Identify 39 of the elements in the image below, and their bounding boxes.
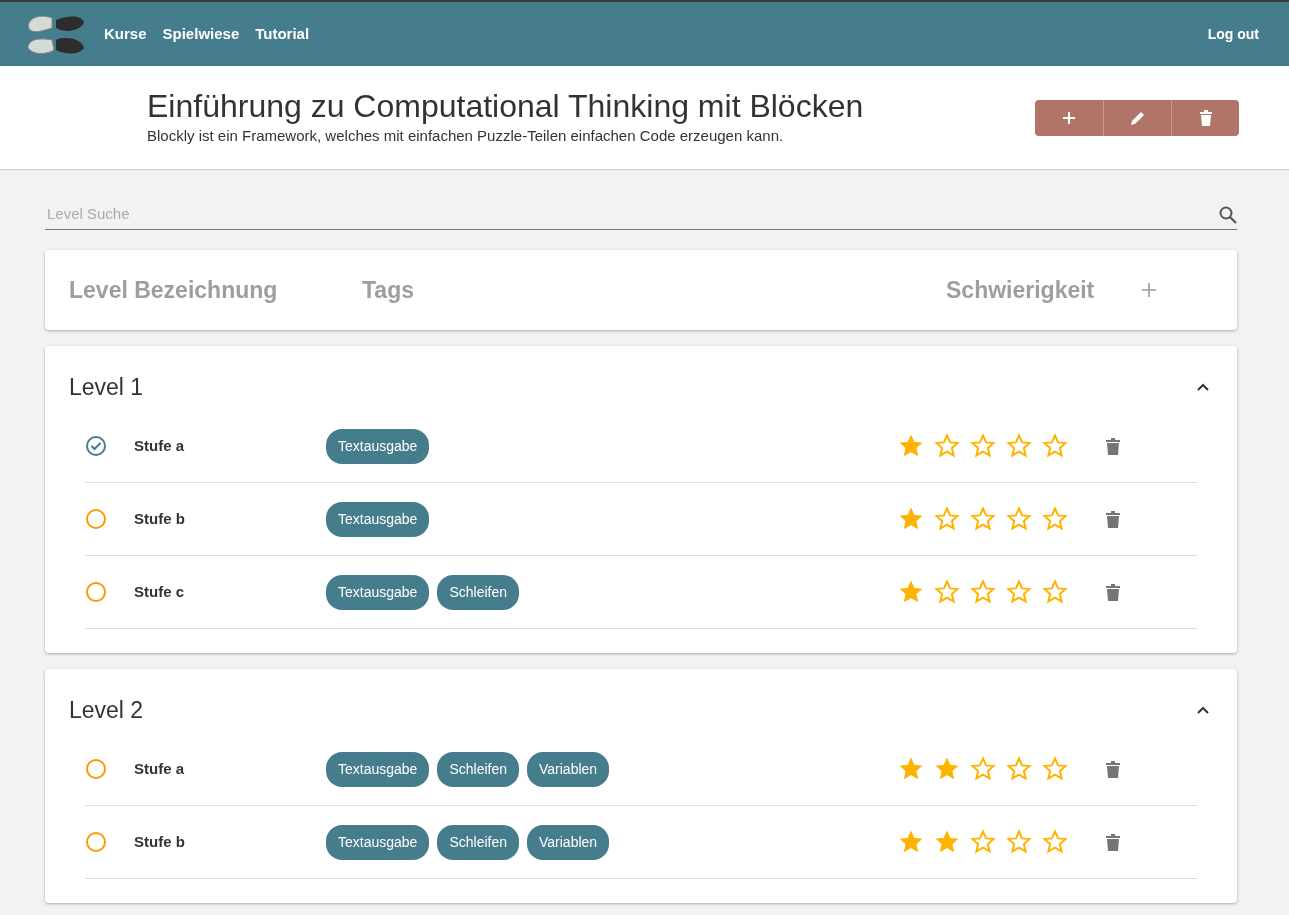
- tag: Variablen: [527, 824, 610, 860]
- column-header: Schwierigkeit: [946, 275, 1095, 305]
- course-description: Blockly ist ein Framework, welches mit einfachen Puzzle-Teilen einfachen Code erzeugen kann.: [147, 126, 785, 147]
- nav-link[interactable]: Spielwiese: [162, 22, 240, 46]
- trash-icon[interactable]: [1106, 437, 1120, 455]
- tag: Textausgabe: [326, 501, 430, 537]
- level-title: Level 1: [69, 372, 144, 402]
- logout-link[interactable]: Log out: [1207, 23, 1259, 45]
- chevron-icon[interactable]: [1197, 383, 1209, 391]
- nav-link[interactable]: Tutorial: [255, 22, 310, 46]
- tag: Schleifen: [437, 574, 519, 610]
- plus-icon: [1062, 110, 1076, 125]
- trash-icon[interactable]: [1106, 583, 1120, 601]
- stage-name[interactable]: Stufe a: [134, 757, 326, 781]
- column-header: Level Bezeichnung: [69, 275, 279, 305]
- chevron-icon[interactable]: [1197, 706, 1209, 714]
- trash-icon[interactable]: [1106, 760, 1120, 778]
- tag: Schleifen: [437, 824, 519, 860]
- stage-name[interactable]: Stufe a: [134, 434, 326, 458]
- tag: Textausgabe: [326, 574, 430, 610]
- level-title: Level 2: [69, 695, 144, 725]
- column-header: Tags: [362, 275, 415, 305]
- tag: Textausgabe: [326, 751, 430, 787]
- stage-name[interactable]: Stufe b: [134, 830, 326, 854]
- tag: Textausgabe: [326, 824, 430, 860]
- tag: Schleifen: [437, 751, 519, 787]
- trash-icon: [1199, 109, 1212, 126]
- course-title: Einführung zu Computational Thinking mit Blöcken: [147, 87, 865, 126]
- add-level-icon[interactable]: [1142, 283, 1157, 297]
- stage-name[interactable]: Stufe c: [134, 580, 326, 604]
- pencil-icon: [1129, 109, 1146, 126]
- search-field[interactable]: Level Suche: [45, 202, 1219, 227]
- stage-name[interactable]: Stufe b: [134, 507, 326, 531]
- search-icon: [1219, 205, 1237, 224]
- trash-icon[interactable]: [1106, 833, 1120, 851]
- tag: Textausgabe: [326, 428, 430, 464]
- trash-icon[interactable]: [1106, 510, 1120, 528]
- tag: Variablen: [527, 751, 610, 787]
- nav-link[interactable]: Kurse: [104, 22, 147, 46]
